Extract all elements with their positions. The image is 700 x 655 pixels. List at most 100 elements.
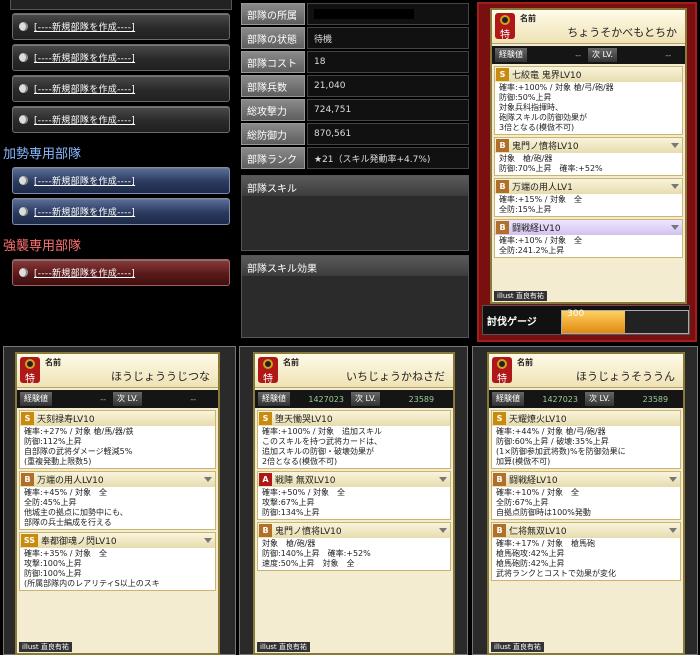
exp-value: 1427023 bbox=[308, 394, 344, 404]
create-kyoshu-unit-button[interactable]: [----新規部隊を作成----] bbox=[12, 259, 230, 286]
next-level-label: 次 LV. bbox=[351, 392, 381, 406]
unit-skill-effect-header: 部隊スキル効果 bbox=[242, 256, 468, 276]
skill-3[interactable]: SS 奉都御魂ノ閃LV10 確率:+35% / 対象 全 攻撃:100%上昇 防御:… bbox=[19, 532, 216, 591]
general-card-4[interactable]: 特名前 ほうじょうそううん 経験値 1427023 次 LV. 23589 S 天耀燎火L… bbox=[487, 352, 685, 655]
next-level-label: 次 LV. bbox=[588, 48, 618, 62]
exp-value: 1427023 bbox=[542, 394, 578, 404]
exp-label: 経験値 bbox=[492, 392, 524, 406]
special-badge-icon: 特 bbox=[495, 13, 515, 41]
general-name: いちじょうかねさだ bbox=[346, 370, 445, 383]
illustrator-credit: illust 直良有祐 bbox=[257, 642, 310, 652]
info-row-attack: 総攻撃力 724,751 bbox=[241, 99, 469, 121]
exp-row: 経験値 1427023 次 LV. 23589 bbox=[255, 390, 453, 408]
next-level-value: -- bbox=[665, 50, 672, 60]
chevron-down-icon[interactable] bbox=[669, 528, 677, 533]
general-card-1[interactable]: 特名前 ちょうそかべもとちか 経験値 -- 次 LV. -- S 七絞竜 鬼界LV10 確率… bbox=[490, 8, 687, 304]
skill-rank: B bbox=[493, 524, 506, 537]
skill-2[interactable]: B 闘戦経LV10 確率:+10% / 対象 全 全防:67%上昇 自拠点防御時は1… bbox=[491, 471, 681, 520]
skill-body: 確率:+100% / 対象 追加スキル このスキルを持つ武将カードは、 追加スキ… bbox=[258, 426, 450, 468]
general-card-3[interactable]: 特名前 いちじょうかねさだ 経験値 1427023 次 LV. 23589 S 堕天慟哭L… bbox=[253, 352, 455, 655]
skill-title: 仁将無双LV10 bbox=[509, 527, 567, 537]
skill-2[interactable]: A 戦陣 無双LV10 確率:+50% / 対象 全 攻撃:67%上昇 防御:134… bbox=[257, 471, 451, 520]
exp-label: 経験値 bbox=[495, 48, 527, 62]
skill-3[interactable]: B 鬼門ノ憤将LV10 対象 槍/砲/器 防御:140%上昇 確率:+52% 速度:… bbox=[257, 522, 451, 571]
skill-body: 確率:+15% / 対象 全 全防:15%上昇 bbox=[495, 194, 682, 216]
info-row-status: 部隊の状態 待機 bbox=[241, 27, 469, 49]
skill-rank: B bbox=[493, 473, 506, 486]
special-badge-icon: 特 bbox=[492, 357, 512, 385]
chevron-down-icon[interactable] bbox=[204, 538, 212, 543]
illustrator-credit: illust 直良有祐 bbox=[494, 291, 547, 301]
skill-body: 確率:+100% / 対象 槍/弓/砲/器 防御:50%上昇 対象兵科指揮時、 … bbox=[495, 82, 682, 134]
create-kasei-unit-button-1[interactable]: [----新規部隊を作成----] bbox=[12, 167, 230, 194]
skill-1[interactable]: S 堕天慟哭LV10 確率:+100% / 対象 追加スキル このスキルを持つ武将カ… bbox=[257, 410, 451, 469]
chevron-down-icon[interactable] bbox=[669, 477, 677, 482]
chevron-down-icon[interactable] bbox=[671, 184, 679, 189]
create-unit-label: [----新規部隊を作成----] bbox=[34, 116, 136, 126]
skill-rank: B bbox=[496, 221, 509, 234]
next-level-value: -- bbox=[190, 394, 197, 404]
skill-title: 堕天慟哭LV10 bbox=[275, 415, 333, 425]
skill-3[interactable]: B 万端の用人LV1 確率:+15% / 対象 全 全防:15%上昇 bbox=[494, 178, 683, 217]
skill-body: 対象 槍/砲/器 防御:70%上昇 確率:+52% bbox=[495, 153, 682, 175]
create-unit-button-2[interactable]: [----新規部隊を作成----] bbox=[12, 44, 230, 71]
special-badge-icon: 特 bbox=[258, 357, 278, 385]
chevron-down-icon[interactable] bbox=[439, 477, 447, 482]
skill-4[interactable]: B 闘戦経LV10 確率:+10% / 対象 全 全防:241.2%上昇 bbox=[494, 219, 683, 258]
skill-body: 確率:+10% / 対象 全 全防:67%上昇 自拠点防御時は100%発動 bbox=[492, 487, 680, 519]
skill-body: 確率:+44% / 対象 槍/弓/砲/器 防御:60%上昇 / 破壊:35%上昇… bbox=[492, 426, 680, 468]
skill-body: 確率:+45% / 対象 全 全防:45%上昇 他城主の拠点に加勢中にも、 部隊… bbox=[20, 487, 215, 529]
unit-skill-box: 部隊スキル bbox=[241, 175, 469, 251]
create-unit-button-3[interactable]: [----新規部隊を作成----] bbox=[12, 75, 230, 102]
create-unit-button-4[interactable]: [----新規部隊を作成----] bbox=[12, 106, 230, 133]
general-card-2[interactable]: 特名前 ほうじょううじつな 経験値 -- 次 LV. -- S 天刻禄寿LV10 確率:+2… bbox=[15, 352, 220, 655]
chevron-down-icon[interactable] bbox=[204, 477, 212, 482]
info-row-cost: 部隊コスト 18 bbox=[241, 51, 469, 73]
create-unit-label: [----新規部隊を作成----] bbox=[34, 208, 136, 218]
create-unit-label: [----新規部隊を作成----] bbox=[34, 269, 136, 279]
skill-title: 奉都御魂ノ閃LV10 bbox=[41, 537, 117, 547]
general-name: ほうじょうそううん bbox=[576, 370, 675, 383]
next-level-value: 23589 bbox=[408, 394, 435, 404]
card-header: 特名前いちじょうかねさだ bbox=[255, 354, 453, 388]
moon-icon bbox=[19, 207, 28, 216]
skill-1[interactable]: S 七絞竜 鬼界LV10 確率:+100% / 対象 槍/弓/砲/器 防御:50%上… bbox=[494, 66, 683, 135]
skill-3[interactable]: B 仁将無双LV10 確率:+17% / 対象 槍馬砲 槍馬砲攻:42%上昇 槍馬砲… bbox=[491, 522, 681, 581]
skill-rank: A bbox=[259, 473, 272, 486]
skill-title: 天耀燎火LV10 bbox=[509, 415, 567, 425]
skill-2[interactable]: B 万端の用人LV10 確率:+45% / 対象 全 全防:45%上昇 他城主の拠点… bbox=[19, 471, 216, 530]
skill-2[interactable]: B 鬼門ノ憤将LV10 対象 槍/砲/器 防御:70%上昇 確率:+52% bbox=[494, 137, 683, 176]
name-label: 名前 bbox=[520, 14, 536, 23]
name-label: 名前 bbox=[283, 358, 299, 367]
card-header: 特名前 ほうじょううじつな bbox=[17, 354, 218, 388]
info-label: 総攻撃力 bbox=[241, 99, 305, 121]
create-kasei-unit-button-2[interactable]: [----新規部隊を作成----] bbox=[12, 198, 230, 225]
info-value: 18 bbox=[307, 51, 469, 73]
create-unit-button-1[interactable]: [----新規部隊を作成----] bbox=[12, 13, 230, 40]
chevron-down-icon[interactable] bbox=[439, 528, 447, 533]
skill-title: 戦陣 無双LV10 bbox=[275, 476, 336, 486]
skill-title: 七絞竜 鬼界LV10 bbox=[512, 71, 582, 81]
skill-rank: SS bbox=[21, 534, 38, 547]
exp-row: 経験値 -- 次 LV. -- bbox=[492, 46, 685, 64]
info-value: 21,040 bbox=[307, 75, 469, 97]
top-partial-panel bbox=[10, 0, 232, 10]
info-value: 724,751 bbox=[307, 99, 469, 121]
skill-1[interactable]: S 天耀燎火LV10 確率:+44% / 対象 槍/弓/砲/器 防御:60%上昇 /… bbox=[491, 410, 681, 469]
info-row-defense: 総防御力 870,561 bbox=[241, 123, 469, 145]
gauge-label: 討伐ゲージ bbox=[487, 317, 537, 328]
exp-label: 経験値 bbox=[20, 392, 52, 406]
info-label: 総防御力 bbox=[241, 123, 305, 145]
chevron-down-icon[interactable] bbox=[671, 225, 679, 230]
create-unit-label: [----新規部隊を作成----] bbox=[34, 177, 136, 187]
skill-body: 対象 槍/砲/器 防御:140%上昇 確率:+52% 速度:50%上昇 対象 全 bbox=[258, 538, 450, 570]
chevron-down-icon[interactable] bbox=[671, 143, 679, 148]
name-label: 名前 bbox=[517, 358, 533, 367]
create-unit-label: [----新規部隊を作成----] bbox=[34, 54, 136, 64]
info-label: 部隊コスト bbox=[241, 51, 305, 73]
skill-body: 確率:+17% / 対象 槍馬砲 槍馬砲攻:42%上昇 槍馬砲防:42%上昇 武… bbox=[492, 538, 680, 580]
skill-1[interactable]: S 天刻禄寿LV10 確率:+27% / 対象 槍/馬/器/鉄 防御:112%上昇 … bbox=[19, 410, 216, 469]
card-header: 特名前ほうじょうそううん bbox=[489, 354, 683, 388]
unit-skill-header: 部隊スキル bbox=[242, 176, 468, 196]
skill-rank: B bbox=[259, 524, 272, 537]
